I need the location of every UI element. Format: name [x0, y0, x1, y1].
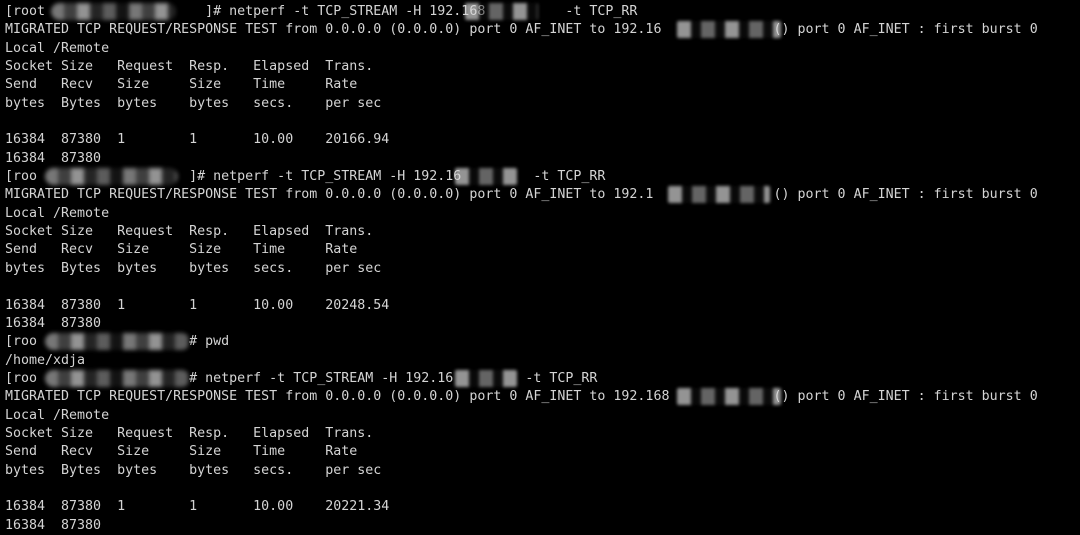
- redaction-mask: [465, 3, 538, 20]
- terminal-line: 16384 87380 1 1 10.00 20166.94: [5, 132, 390, 148]
- redaction-mask: [45, 369, 190, 387]
- redaction-mask: [677, 388, 781, 406]
- redaction-mask: [51, 3, 176, 20]
- terminal-line: [root ]# netperf -t TCP_STREAM -H 192.16…: [5, 3, 638, 20]
- terminal-line: 16384 87380: [5, 150, 102, 166]
- terminal-line: bytes Bytes bytes bytes secs. per sec: [5, 260, 382, 276]
- terminal-line: MIGRATED TCP REQUEST/RESPONSE TEST from …: [5, 186, 1038, 204]
- redaction-mask: [455, 168, 517, 186]
- terminal-output: [root ]# netperf -t TCP_STREAM -H 192.16…: [5, 3, 1080, 535]
- terminal-line: 16384 87380: [5, 315, 102, 331]
- terminal-line: Local /Remote: [5, 407, 110, 423]
- terminal-line: Send Recv Size Size Time Rate: [5, 242, 358, 258]
- terminal-line: /home/xdja: [5, 352, 86, 368]
- redaction-mask: [668, 186, 770, 204]
- terminal-line: Socket Size Request Resp. Elapsed Trans.: [5, 224, 374, 240]
- terminal-line: Socket Size Request Resp. Elapsed Trans.: [5, 59, 374, 75]
- terminal-line: Socket Size Request Resp. Elapsed Trans.: [5, 425, 374, 441]
- terminal-line: 16384 87380 1 1 10.00 20221.34: [5, 499, 390, 515]
- terminal-line: bytes Bytes bytes bytes secs. per sec: [5, 462, 382, 478]
- terminal-line: Send Recv Size Size Time Rate: [5, 77, 358, 93]
- redaction-mask: [677, 21, 781, 39]
- terminal-window[interactable]: [root ]# netperf -t TCP_STREAM -H 192.16…: [0, 0, 1080, 533]
- terminal-line: 16384 87380: [5, 517, 102, 533]
- terminal-line: Local /Remote: [5, 40, 110, 56]
- terminal-line: Send Recv Size Size Time Rate: [5, 444, 358, 460]
- terminal-line: MIGRATED TCP REQUEST/RESPONSE TEST from …: [5, 388, 1038, 406]
- redaction-mask: [455, 369, 517, 387]
- terminal-line: MIGRATED TCP REQUEST/RESPONSE TEST from …: [5, 21, 1038, 39]
- terminal-line: [roo # pwd: [5, 333, 230, 351]
- terminal-line: bytes Bytes bytes bytes secs. per sec: [5, 95, 382, 111]
- terminal-line: [roo ]# netperf -t TCP_STREAM -H 192.16 …: [5, 168, 606, 186]
- terminal-line: 16384 87380 1 1 10.00 20248.54: [5, 297, 390, 313]
- terminal-line: Local /Remote: [5, 205, 110, 221]
- terminal-line: [roo # netperf -t TCP_STREAM -H 192.16 -…: [5, 369, 598, 387]
- redaction-mask: [45, 333, 190, 351]
- redaction-mask: [45, 168, 178, 186]
